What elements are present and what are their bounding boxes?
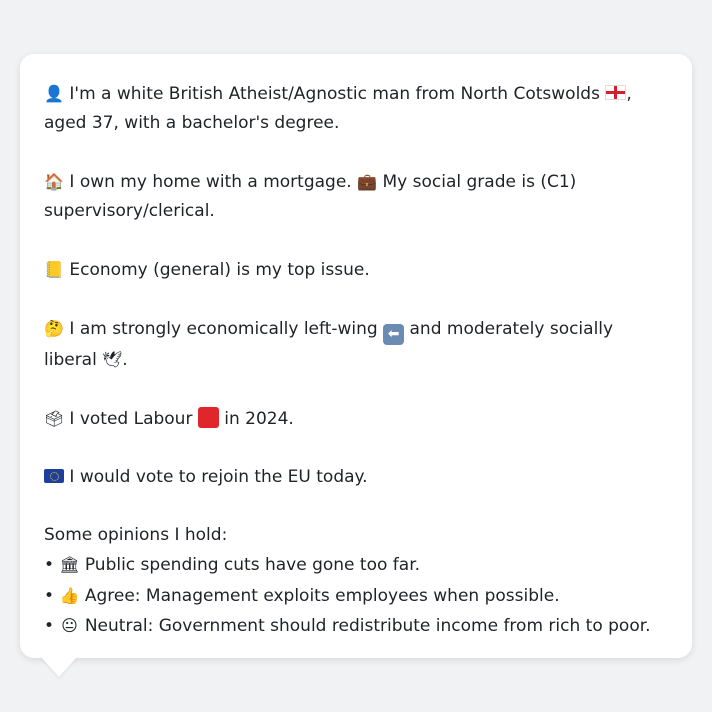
person-silhouette-icon: 👤 [44,84,64,103]
issue-text: Economy (general) is my top issue. [69,260,370,280]
vote-line: 🗳 I voted Labour in 2024. [44,404,668,434]
opinion-text: Public spending cuts have gone too far. [84,555,421,575]
neutral-face-icon: 😐 [61,616,78,635]
list-item: • 👍 Agree: Management exploits employees… [44,581,668,612]
bullet-mark: • [44,616,55,636]
eu-flag-icon [44,469,64,483]
ledger-icon: 📒 [44,260,64,279]
eu-text: I would vote to rejoin the EU today. [69,467,368,487]
identity-text: I'm a white British Atheist/Agnostic man… [69,84,600,104]
thumbs-up-icon: 👍 [59,585,80,605]
red-square-icon [197,407,219,428]
ideology-text-after: . [122,350,128,370]
vote-text: I voted Labour [69,409,193,429]
classical-building-icon: 🏛 [59,555,80,574]
house-icon: 🏠 [44,172,64,191]
opinions-heading: Some opinions I hold: [44,525,228,545]
list-item: • 😐 Neutral: Government should redistrib… [44,611,668,642]
bullet-mark: • [44,555,55,575]
dove-icon: 🕊 [102,350,123,369]
briefcase-icon: 💼 [357,172,378,191]
ideology-text: I am strongly economically left-wing [69,319,378,339]
bullet-mark: • [44,585,55,606]
opinion-text: Neutral: Government should redistribute … [84,616,651,636]
list-item: • 🏛 Public spending cuts have gone too f… [44,550,668,581]
ballot-box-icon: 🗳 [44,409,65,428]
left-arrow-icon: ⬅ [383,324,405,345]
identity-line: 👤 I'm a white British Atheist/Agnostic m… [44,79,668,138]
housing-line: 🏠 I own my home with a mortgage. 💼 My so… [44,167,668,226]
issue-line: 📒 Economy (general) is my top issue. [44,255,668,285]
england-flag-icon [605,85,627,100]
vote-text-after: in 2024. [224,409,294,429]
thinking-face-icon: 🤔 [44,319,64,338]
housing-text: I own my home with a mortgage. [69,172,352,192]
message-bubble: 👤 I'm a white British Atheist/Agnostic m… [20,54,692,658]
eu-line: I would vote to rejoin the EU today. [44,463,668,492]
opinion-text: Agree: Management exploits employees whe… [84,585,560,606]
bubble-tail [40,656,78,677]
ideology-line: 🤔 I am strongly economically left-wing ⬅… [44,314,668,375]
